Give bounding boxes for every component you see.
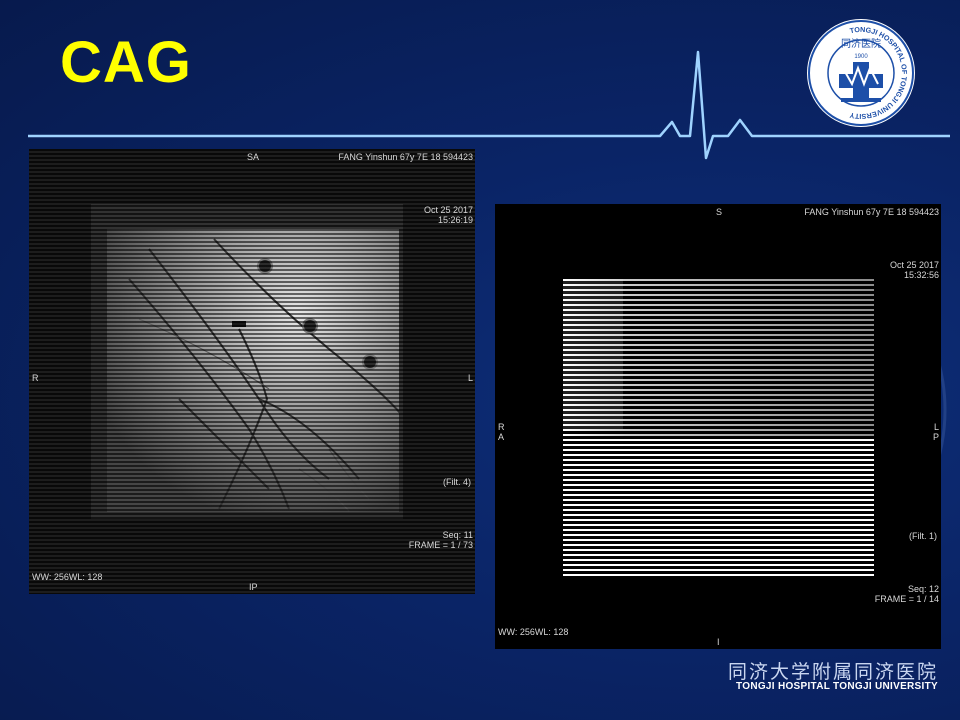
left-date: Oct 25 2017 [423,205,473,215]
right-top-center-label: S [716,207,723,217]
left-filter: (Filt. 4) [443,477,471,487]
left-seq: Seq: 11 [442,530,473,540]
right-date: Oct 25 2017 [889,260,939,270]
right-window-level: WW: 256WL: 128 [498,627,569,637]
left-window-level: WW: 256WL: 128 [32,572,103,582]
right-side-marker-l: L [933,422,939,432]
right-frame: FRAME = 1 / 14 [874,594,939,604]
angiogram-left: SA FANG Yinshun 67y 7E 18 594423 Oct 25 … [29,149,475,594]
logo-year: 1900 [854,54,868,60]
tongji-hospital-logo: TONGJI HOSPITAL OF TONGJI UNIVERSITY 同济医… [807,19,915,127]
left-time: 15:26:19 [437,215,473,225]
footer-hospital-name-cn: 同济大学附属同济医院 [727,661,938,683]
right-bottom-center-label: I [717,637,720,647]
angiogram-right-image [495,204,941,649]
footer-hospital-name-en: TONGJI HOSPITAL TONGJI UNIVERSITY [736,681,938,692]
right-time: 15:32:56 [903,270,939,280]
right-seq: Seq: 12 [907,584,939,594]
left-top-center-label: SA [247,152,260,162]
left-side-marker-l: L [467,373,473,383]
angiogram-right: S FANG Yinshun 67y 7E 18 594423 Oct 25 2… [495,204,941,649]
left-patient-info: FANG Yinshun 67y 7E 18 594423 [338,152,473,162]
right-side-marker-p: P [932,432,939,442]
left-bottom-center-label: IP [249,582,258,592]
right-patient-info: FANG Yinshun 67y 7E 18 594423 [804,207,939,217]
right-side-marker-r: R [498,422,505,432]
left-side-marker-r: R [32,373,39,383]
right-filter: (Filt. 1) [909,531,937,541]
logo-cn-text: 同济医院 [841,37,881,50]
right-side-marker-a: A [498,432,505,442]
left-frame: FRAME = 1 / 73 [408,540,473,550]
